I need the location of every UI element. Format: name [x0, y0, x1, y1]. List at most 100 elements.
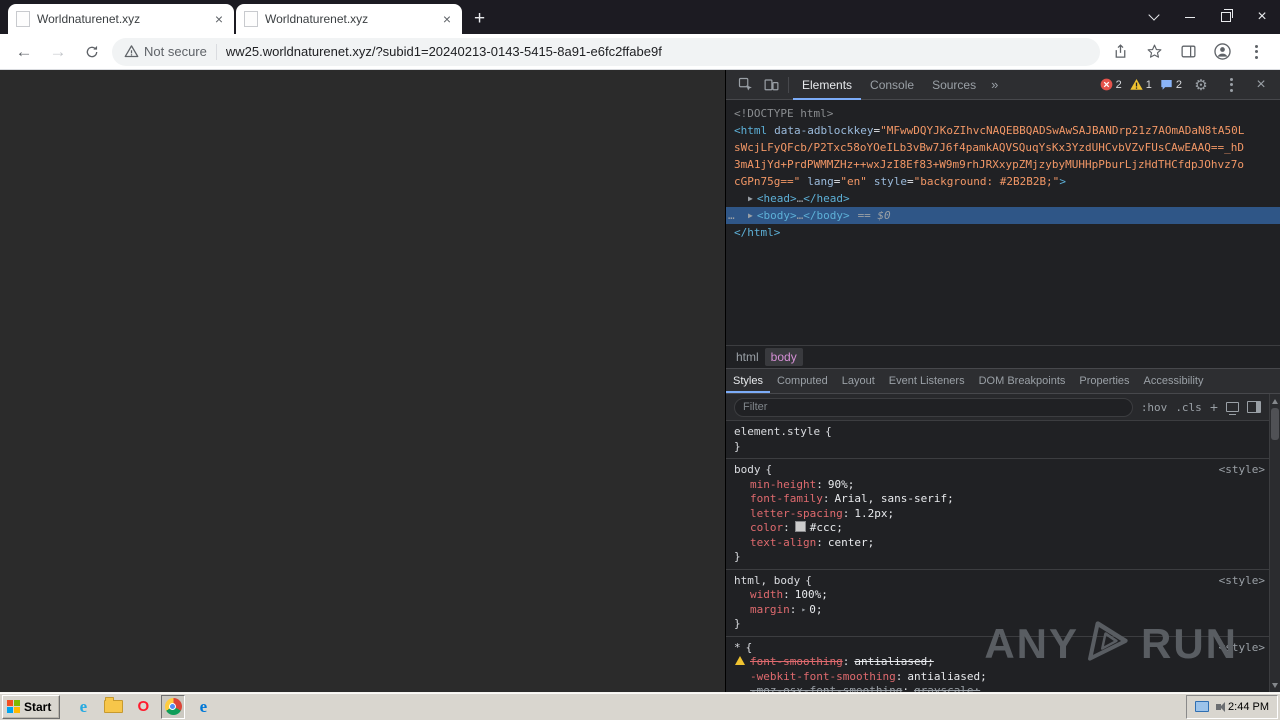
property-name[interactable]: color — [750, 521, 783, 534]
error-badge[interactable]: 2 — [1098, 78, 1124, 91]
rule-selector[interactable]: html, body — [734, 574, 800, 587]
start-button[interactable]: Start — [2, 694, 61, 719]
property-name[interactable]: -moz-osx-font-smoothing — [750, 684, 902, 692]
style-source-link[interactable]: <style> — [1219, 463, 1265, 478]
devtools-tab-elements[interactable]: Elements — [793, 70, 861, 100]
share-button[interactable] — [1106, 38, 1134, 66]
css-property[interactable]: font-family: Arial, sans-serif; — [732, 492, 1265, 507]
element-classes-button[interactable]: .cls — [1175, 401, 1202, 414]
scroll-down-button[interactable] — [1270, 679, 1280, 691]
bookmark-button[interactable] — [1140, 38, 1168, 66]
issues-badge[interactable]: 2 — [1158, 78, 1184, 91]
taskbar-opera-button[interactable]: O — [131, 695, 155, 719]
css-property[interactable]: -webkit-font-smoothing: antialiased; — [732, 670, 1265, 685]
rule-selector[interactable]: element.style — [734, 425, 820, 438]
property-value[interactable]: grayscale; — [914, 684, 980, 692]
refresh-button[interactable] — [78, 38, 106, 66]
property-value[interactable]: antialiased; — [907, 670, 986, 683]
expand-shorthand-icon[interactable]: ▸ — [801, 605, 806, 614]
attribute-wrap-line[interactable]: cGPn75g==" lang="en" style="background: #2… — [726, 173, 1280, 190]
tab-dom-breakpoints[interactable]: DOM Breakpoints — [972, 369, 1073, 393]
css-property[interactable]: width: 100%; — [732, 588, 1265, 603]
property-name[interactable]: letter-spacing — [750, 507, 843, 520]
property-name[interactable]: text-align — [750, 536, 816, 549]
property-value[interactable]: 90%; — [828, 478, 855, 491]
property-name[interactable]: -webkit-font-smoothing — [750, 670, 896, 683]
doctype-node[interactable]: <!DOCTYPE html> — [726, 105, 1280, 122]
css-property[interactable]: color: #ccc; — [732, 521, 1265, 536]
css-property-invalid[interactable]: font-smoothing: antialiased; — [732, 655, 1265, 670]
tab-computed[interactable]: Computed — [770, 369, 835, 393]
devtools-tab-sources[interactable]: Sources — [923, 70, 985, 100]
html-close-node[interactable]: </html> — [726, 224, 1280, 241]
property-name[interactable]: font-smoothing — [750, 655, 843, 668]
rule-selector[interactable]: * — [734, 641, 741, 654]
tab-close-icon[interactable]: × — [212, 12, 226, 26]
style-source-link[interactable]: <style> — [1219, 574, 1265, 589]
close-window-button[interactable]: × — [1244, 0, 1280, 34]
tab-search-button[interactable] — [1136, 0, 1172, 34]
tab-properties[interactable]: Properties — [1072, 369, 1136, 393]
property-value[interactable]: 100%; — [795, 588, 828, 601]
toggle-pseudo-state-button[interactable]: :hov — [1141, 401, 1168, 414]
expand-arrow-icon[interactable]: ▶ — [748, 211, 753, 220]
css-property[interactable]: min-height: 90%; — [732, 478, 1265, 493]
device-toolbar-button[interactable] — [758, 72, 784, 98]
taskbar-chrome-button[interactable] — [161, 694, 186, 719]
breadcrumb-html[interactable]: html — [730, 348, 765, 366]
address-bar[interactable]: Not secure ww25.worldnaturenet.xyz/?subi… — [112, 37, 1100, 66]
tab-event-listeners[interactable]: Event Listeners — [882, 369, 972, 393]
node-menu-icon[interactable]: … — [728, 207, 736, 224]
side-panel-button[interactable] — [1174, 38, 1202, 66]
property-value[interactable]: center; — [828, 536, 874, 549]
browser-menu-button[interactable] — [1242, 38, 1270, 66]
tab-layout[interactable]: Layout — [835, 369, 882, 393]
css-property[interactable]: margin: ▸ 0; — [732, 603, 1265, 618]
new-style-rule-button[interactable]: + — [1210, 399, 1218, 415]
devtools-settings-button[interactable]: ⚙ — [1188, 72, 1214, 98]
back-button[interactable]: ← — [10, 38, 38, 66]
taskbar-ie-button[interactable]: e — [71, 695, 95, 719]
forward-button[interactable]: → — [44, 38, 72, 66]
css-property[interactable]: letter-spacing: 1.2px; — [732, 507, 1265, 522]
toggle-sidebar-icon[interactable] — [1247, 401, 1261, 413]
tray-display-icon[interactable] — [1195, 701, 1210, 712]
minimize-button[interactable] — [1172, 0, 1208, 34]
warning-badge[interactable]: 1 — [1128, 78, 1154, 91]
taskbar-edge-button[interactable]: e — [191, 695, 215, 719]
styles-filter-input[interactable] — [734, 397, 1133, 417]
property-name[interactable]: margin — [750, 603, 790, 616]
tab-styles[interactable]: Styles — [726, 369, 770, 393]
property-value[interactable]: Arial, sans-serif; — [834, 492, 953, 505]
attribute-wrap-line[interactable]: sWcjLFyQFcb/P2Txc58oYOeILb3vBw7J6f4pamkA… — [726, 139, 1280, 156]
profile-button[interactable] — [1208, 38, 1236, 66]
head-node[interactable]: ▶ <head>…</head> — [726, 190, 1280, 207]
css-property[interactable]: text-align: center; — [732, 536, 1265, 551]
security-indicator[interactable]: Not secure — [124, 44, 207, 59]
devtools-tab-console[interactable]: Console — [861, 70, 923, 100]
attribute-wrap-line[interactable]: 3mA1jYd+PrdPWMMZHz++wxJzI8Ef83+W9m9rhJRX… — [726, 156, 1280, 173]
styles-scrollbar[interactable] — [1269, 394, 1280, 692]
property-value[interactable]: 1.2px; — [854, 507, 894, 520]
property-value[interactable]: antialiased; — [854, 655, 933, 668]
more-tabs-button[interactable]: » — [985, 77, 1004, 92]
browser-tab-2-active[interactable]: Worldnaturenet.xyz × — [236, 4, 462, 34]
url-text[interactable]: ww25.worldnaturenet.xyz/?subid1=20240213… — [226, 44, 662, 59]
style-source-link[interactable]: <style> — [1219, 641, 1265, 656]
breadcrumb-body[interactable]: body — [764, 348, 803, 366]
devtools-menu-button[interactable] — [1218, 72, 1244, 98]
rule-selector[interactable]: body — [734, 463, 761, 476]
scroll-up-button[interactable] — [1270, 395, 1280, 407]
color-swatch[interactable] — [794, 521, 806, 532]
inspect-element-button[interactable] — [732, 72, 758, 98]
property-value[interactable]: #ccc; — [810, 521, 843, 534]
taskbar-explorer-button[interactable] — [101, 695, 125, 719]
scrollbar-thumb[interactable] — [1271, 408, 1279, 440]
body-node-selected[interactable]: … ▶ <body>…</body> == $0 — [726, 207, 1280, 224]
html-open-node[interactable]: <html data-adblockkey="MFwwDQYJKoZIhvcNAQ… — [726, 122, 1280, 139]
property-name[interactable]: min-height — [750, 478, 816, 491]
devtools-close-button[interactable]: × — [1248, 72, 1274, 98]
browser-tab-1[interactable]: Worldnaturenet.xyz × — [8, 4, 234, 34]
tab-close-icon[interactable]: × — [440, 12, 454, 26]
property-name[interactable]: width — [750, 588, 783, 601]
